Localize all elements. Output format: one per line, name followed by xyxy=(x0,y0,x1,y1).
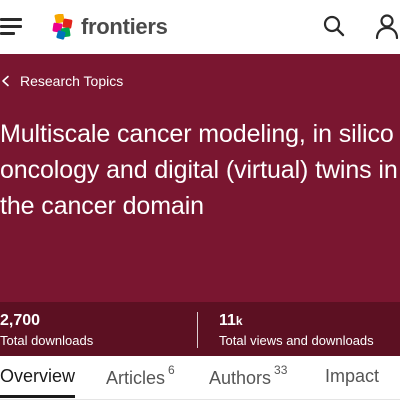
views-suffix: k xyxy=(235,314,243,328)
hamburger-menu-icon[interactable] xyxy=(0,17,24,37)
breadcrumb-label: Research Topics xyxy=(20,73,124,89)
tab-overview[interactable]: Overview xyxy=(0,366,76,398)
tab-label: Articles xyxy=(106,368,166,388)
stats-divider xyxy=(197,312,198,348)
tab-count: 6 xyxy=(168,363,175,377)
views-stat: 11k Total views and downloads xyxy=(219,312,374,350)
tab-label: Authors xyxy=(209,368,272,388)
search-icon[interactable] xyxy=(322,14,346,38)
tab-count: 33 xyxy=(274,363,288,377)
tab-impact[interactable]: Impact xyxy=(325,366,379,387)
downloads-stat: 2,700 Total downloads xyxy=(0,312,93,350)
tab-articles[interactable]: Articles 6 xyxy=(106,363,175,389)
frontiers-logo[interactable]: frontiers xyxy=(52,12,168,42)
page-title: Multiscale cancer modeling, in silico on… xyxy=(0,120,398,220)
tab-label: Overview xyxy=(0,366,76,386)
breadcrumb[interactable]: Research Topics xyxy=(0,71,123,91)
views-label: Total views and downloads xyxy=(219,333,374,348)
tab-label: Impact xyxy=(325,366,380,386)
tab-authors[interactable]: Authors 33 xyxy=(209,363,288,389)
views-value: 11 xyxy=(219,312,236,329)
stats-bar: 2,700 Total downloads 11k Total views an… xyxy=(0,302,400,356)
top-navigation-bar: frontiers xyxy=(0,0,400,54)
tab-bar: Overview Articles 6 Authors 33 Impact xyxy=(0,356,400,400)
views-value-row: 11k xyxy=(219,312,374,330)
downloads-value: 2,700 xyxy=(0,312,41,329)
chevron-left-icon xyxy=(2,75,9,87)
logo-text: frontiers xyxy=(81,14,168,39)
user-icon[interactable] xyxy=(374,13,400,39)
frontiers-logo-icon xyxy=(52,14,73,40)
downloads-label: Total downloads xyxy=(0,333,94,348)
